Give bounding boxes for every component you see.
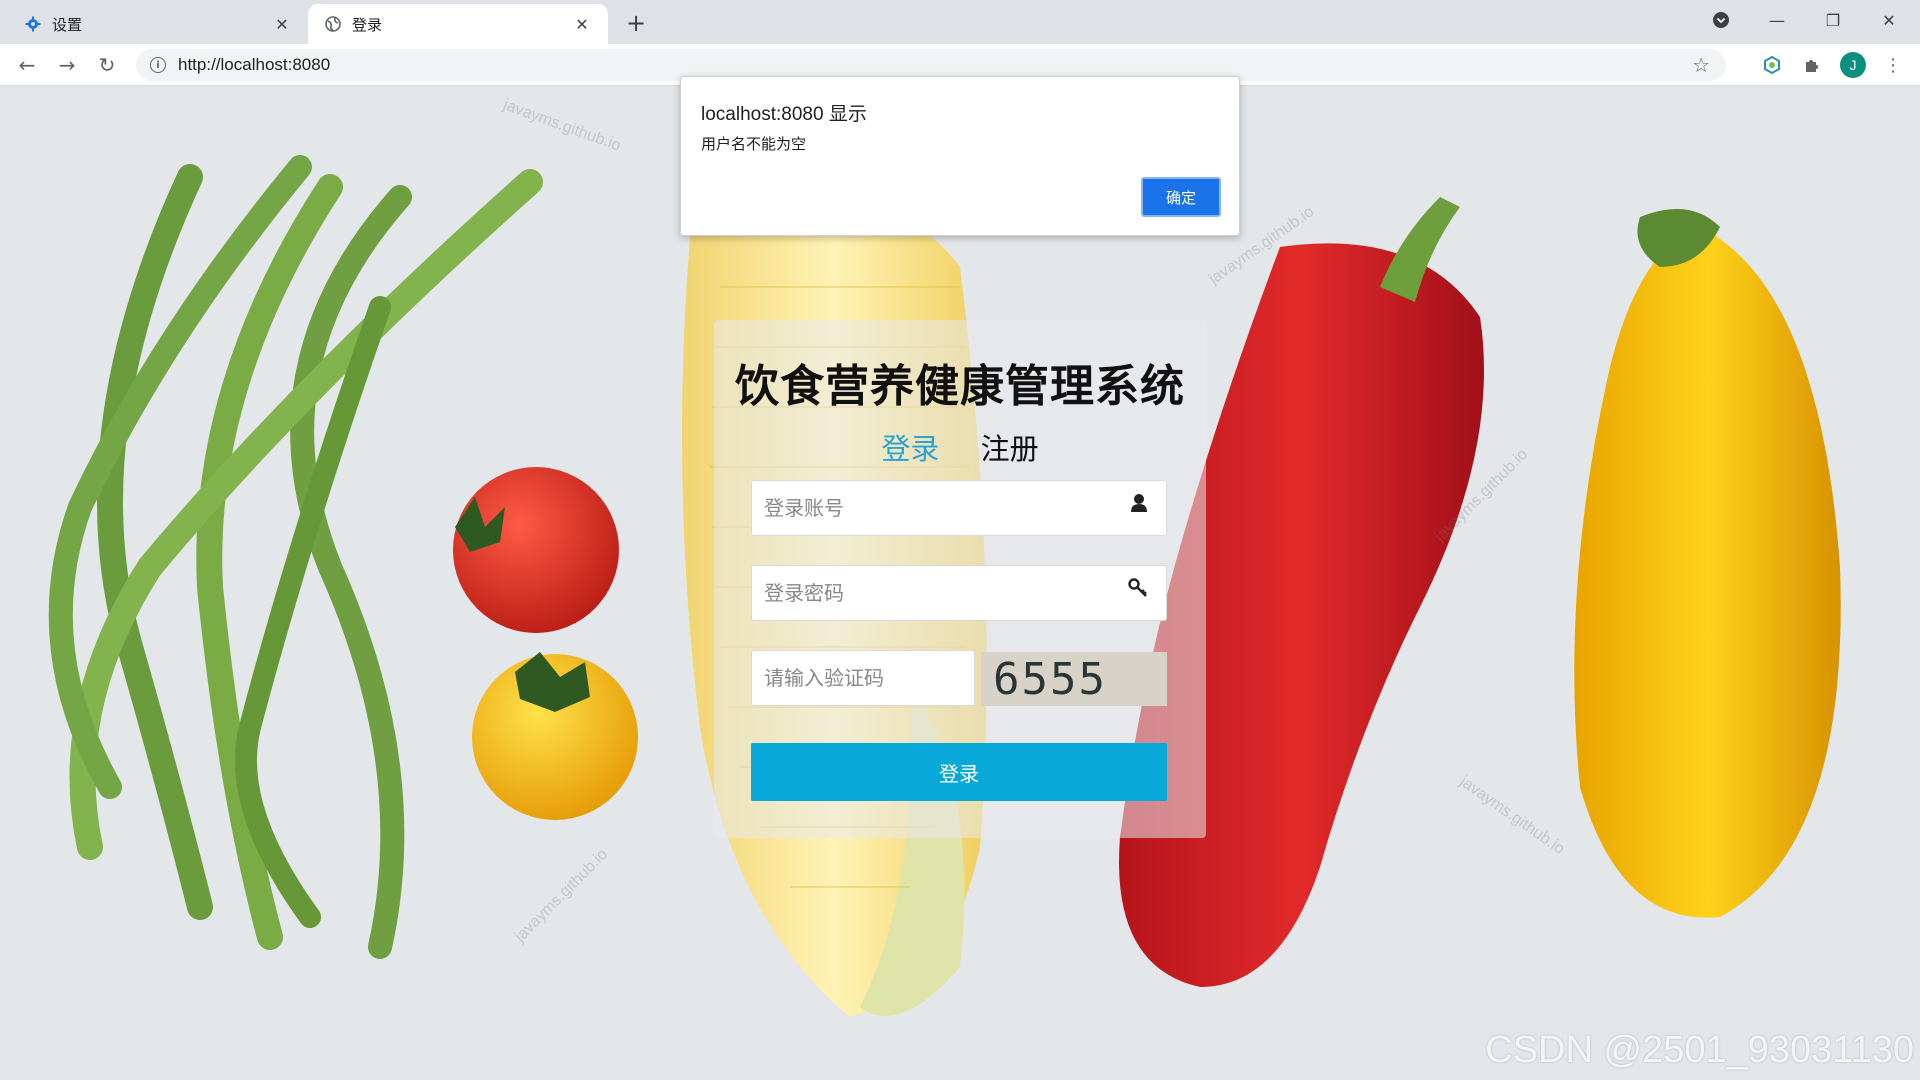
captcha-input[interactable] bbox=[752, 651, 974, 705]
reload-button[interactable]: ↻ bbox=[92, 50, 122, 80]
user-icon bbox=[1130, 493, 1148, 518]
new-tab-button[interactable]: + bbox=[622, 9, 650, 37]
account-field bbox=[751, 480, 1167, 536]
tab-login[interactable]: 登录 ✕ bbox=[308, 4, 608, 44]
extension-icon[interactable] bbox=[1759, 52, 1785, 78]
info-icon[interactable]: i bbox=[150, 57, 166, 73]
bookmark-star-icon[interactable]: ☆ bbox=[1692, 53, 1710, 77]
csdn-watermark: CSDN @2501_93031130 bbox=[1485, 1029, 1914, 1071]
account-input[interactable] bbox=[752, 481, 1166, 535]
captcha-field bbox=[751, 650, 975, 706]
login-card: 饮食营养健康管理系统 登录 注册 6555 登录 bbox=[714, 320, 1206, 838]
back-button[interactable]: ← bbox=[12, 50, 42, 80]
key-icon bbox=[1128, 578, 1148, 603]
auth-tabs: 登录 注册 bbox=[714, 426, 1206, 468]
close-icon[interactable]: ✕ bbox=[572, 14, 592, 34]
alert-ok-button[interactable]: 确定 bbox=[1141, 177, 1221, 217]
tab-title: 设置 bbox=[52, 15, 83, 34]
tab-title: 登录 bbox=[352, 15, 383, 34]
tab-search-icon[interactable] bbox=[1698, 0, 1744, 40]
login-button[interactable]: 登录 bbox=[751, 743, 1167, 801]
restore-button[interactable]: ❐ bbox=[1810, 0, 1856, 40]
forward-button[interactable]: → bbox=[52, 50, 82, 80]
gear-icon bbox=[24, 15, 42, 33]
password-field bbox=[751, 565, 1167, 621]
tab-login-switch[interactable]: 登录 bbox=[881, 426, 939, 468]
captcha-image[interactable]: 6555 bbox=[981, 652, 1167, 706]
close-window-button[interactable]: ✕ bbox=[1866, 0, 1912, 40]
password-input[interactable] bbox=[752, 566, 1166, 620]
globe-icon bbox=[324, 15, 342, 33]
avatar[interactable]: J bbox=[1840, 52, 1866, 78]
alert-title: localhost:8080 显示 bbox=[701, 104, 867, 125]
browser-tab-strip: 设置 ✕ 登录 ✕ + — ❐ ✕ bbox=[0, 0, 1920, 44]
tab-register-switch[interactable]: 注册 bbox=[981, 426, 1039, 468]
tab-settings[interactable]: 设置 ✕ bbox=[8, 4, 308, 44]
minimize-button[interactable]: — bbox=[1754, 0, 1800, 40]
system-title: 饮食营养健康管理系统 bbox=[735, 361, 1185, 412]
menu-icon[interactable]: ⋮ bbox=[1880, 52, 1906, 78]
alert-message: 用户名不能为空 bbox=[701, 135, 807, 153]
close-icon[interactable]: ✕ bbox=[272, 14, 292, 34]
puzzle-icon[interactable] bbox=[1799, 52, 1825, 78]
url-text: http://localhost:8080 bbox=[178, 55, 331, 74]
alert-dialog: localhost:8080 显示 用户名不能为空 确定 bbox=[680, 76, 1240, 236]
